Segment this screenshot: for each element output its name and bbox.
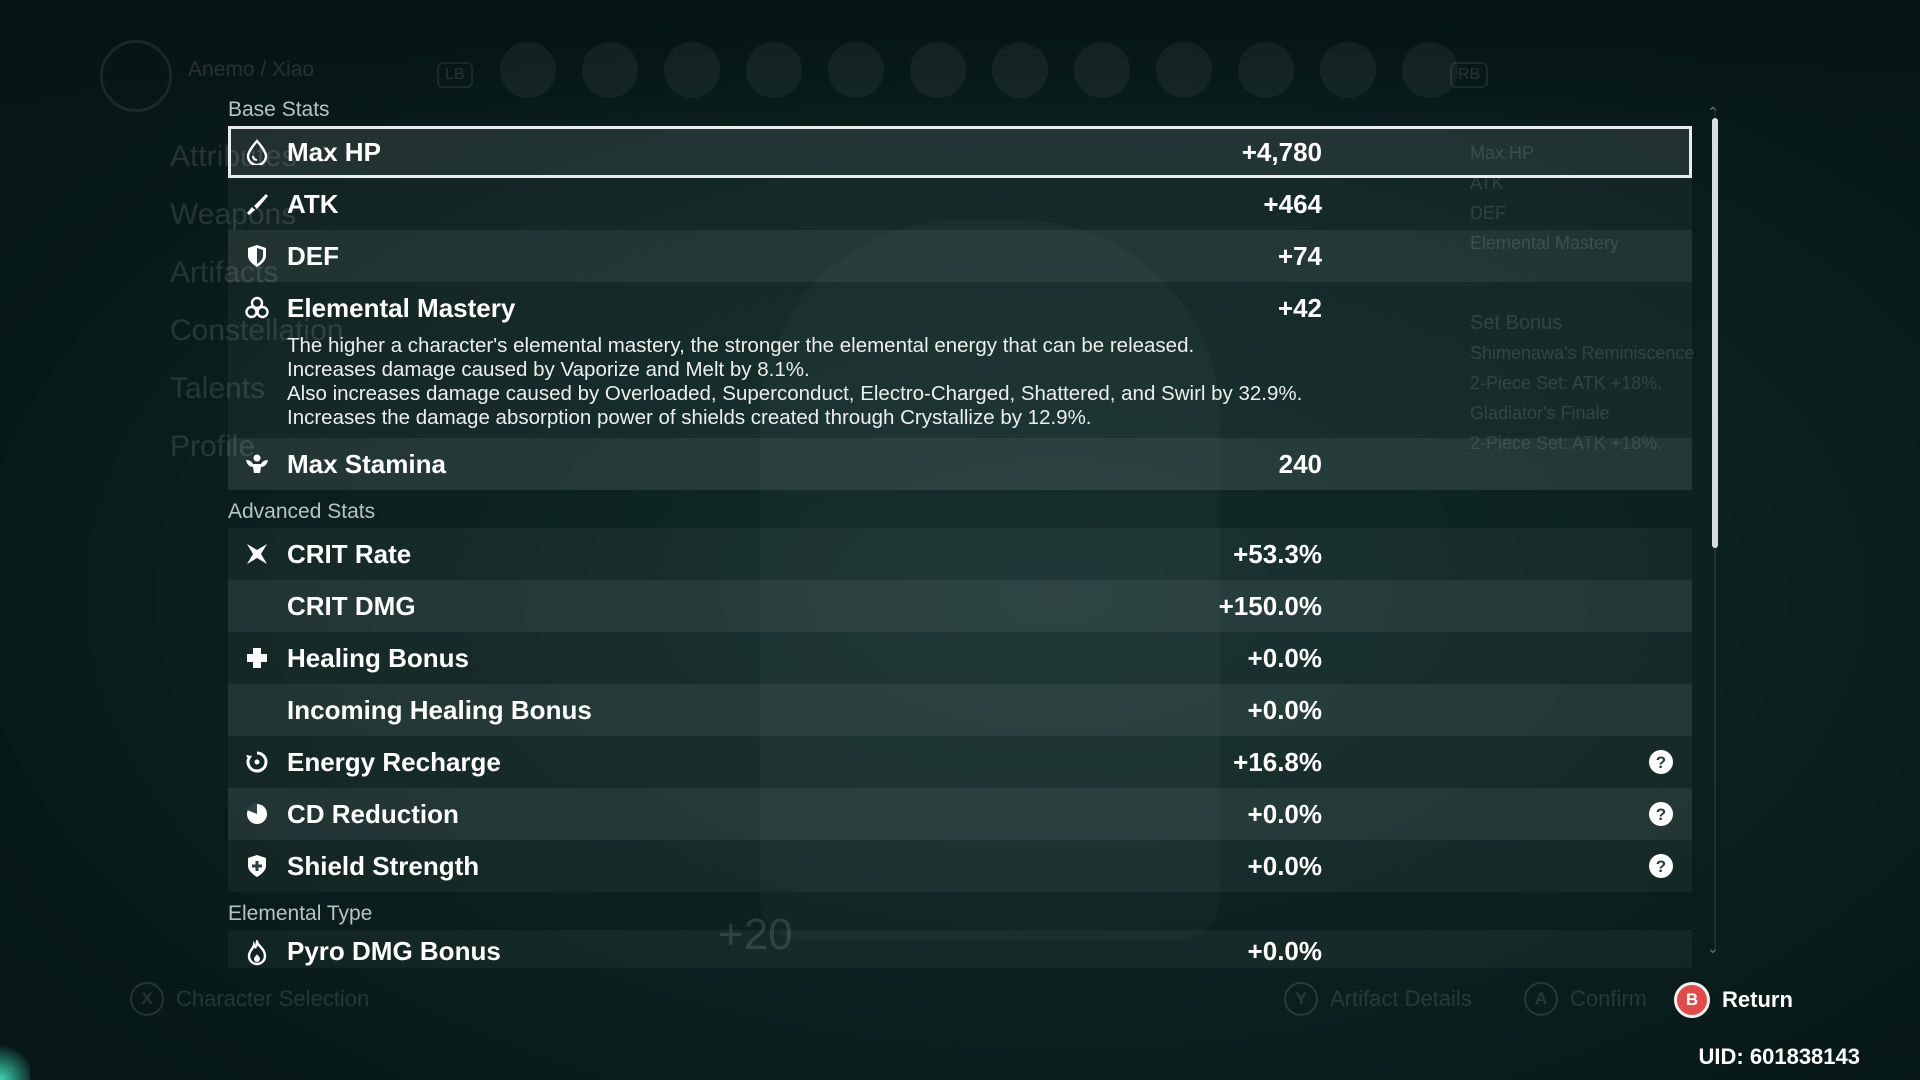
- energy-recharge-icon: [246, 751, 268, 773]
- stat-label: Elemental Mastery: [287, 292, 516, 323]
- rb-shoulder-icon[interactable]: RB: [1450, 62, 1489, 88]
- hint-label: Character Selection: [176, 986, 370, 1011]
- lb-shoulder-icon[interactable]: LB: [437, 62, 473, 88]
- stat-label: ATK: [287, 188, 339, 219]
- stat-label: Max Stamina: [287, 448, 446, 479]
- stat-label: Energy Recharge: [287, 746, 501, 777]
- stat-row-def[interactable]: DEF +74: [228, 230, 1692, 282]
- stat-label: Shield Strength: [287, 850, 480, 881]
- stat-row-shield-strength[interactable]: Shield Strength +0.0% ?: [228, 840, 1692, 892]
- a-button-icon: A: [1524, 982, 1558, 1016]
- description-line: Increases damage caused by Vaporize and …: [287, 358, 810, 381]
- section-title-elemental: Elemental Type: [228, 902, 373, 925]
- scroll-up-icon[interactable]: ⌃: [1707, 104, 1719, 121]
- stat-row-max-hp[interactable]: Max HP +4,780: [228, 126, 1692, 178]
- stamina-icon: [246, 454, 268, 473]
- stat-row-cd-reduction[interactable]: CD Reduction +0.0% ?: [228, 788, 1692, 840]
- stat-row-healing-bonus[interactable]: Healing Bonus +0.0%: [228, 632, 1692, 684]
- elemental-mastery-block: Elemental Mastery +42 The higher a chara…: [228, 282, 1692, 438]
- svg-text:?: ?: [1656, 753, 1666, 772]
- elemental-mastery-description: The higher a character's elemental maste…: [228, 334, 1692, 438]
- stat-value: +0.0%: [1247, 642, 1322, 673]
- hint-label: Confirm: [1570, 986, 1648, 1011]
- return-label: Return: [1722, 987, 1793, 1012]
- confirm-hint[interactable]: A Confirm: [1524, 982, 1647, 1016]
- y-button-icon: Y: [1284, 982, 1318, 1016]
- pyro-icon: [247, 940, 267, 966]
- stat-value: +42: [1277, 292, 1322, 323]
- uid-label: UID: 601838143: [1698, 1044, 1860, 1069]
- shield-strength-icon: [248, 855, 266, 877]
- stat-value: +4,780: [1241, 136, 1322, 167]
- hp-drop-icon: [246, 139, 268, 165]
- stat-label: DEF: [287, 240, 339, 271]
- description-line: Increases the damage absorption power of…: [287, 406, 1092, 429]
- help-icon[interactable]: ?: [1648, 801, 1674, 827]
- stat-row-energy-recharge[interactable]: Energy Recharge +16.8% ?: [228, 736, 1692, 788]
- description-line: Also increases damage caused by Overload…: [287, 382, 1303, 405]
- stat-value: +16.8%: [1233, 746, 1322, 777]
- help-icon[interactable]: ?: [1648, 853, 1674, 879]
- hint-label: Artifact Details: [1330, 986, 1472, 1011]
- b-button-icon: B: [1674, 982, 1710, 1018]
- section-title-advanced: Advanced Stats: [228, 500, 376, 523]
- stat-row-atk[interactable]: ATK +464: [228, 178, 1692, 230]
- help-icon[interactable]: ?: [1648, 749, 1674, 775]
- stat-value: +0.0%: [1247, 694, 1322, 725]
- stat-value: 240: [1278, 448, 1322, 479]
- stat-label: CD Reduction: [287, 798, 459, 829]
- stat-label: CRIT DMG: [287, 590, 416, 621]
- scroll-down-icon[interactable]: ⌄: [1707, 940, 1719, 957]
- return-button[interactable]: B Return: [1674, 982, 1793, 1018]
- stat-label: Max HP: [287, 136, 381, 167]
- stat-label: Healing Bonus: [287, 642, 470, 673]
- element-emblem-icon: [100, 40, 172, 112]
- stat-row-incoming-healing-bonus[interactable]: Incoming Healing Bonus +0.0%: [228, 684, 1692, 736]
- character-path: Anemo / Xiao: [188, 58, 315, 81]
- svg-text:?: ?: [1656, 857, 1666, 876]
- svg-text:?: ?: [1656, 805, 1666, 824]
- stat-label: Incoming Healing Bonus: [287, 694, 592, 725]
- corner-glow: [0, 1040, 30, 1080]
- stat-row-crit-rate[interactable]: CRIT Rate +53.3%: [228, 528, 1692, 580]
- healing-cross-icon: [247, 648, 267, 668]
- x-button-icon: X: [130, 982, 164, 1016]
- crit-icon: [247, 544, 267, 564]
- stat-row-elemental-mastery[interactable]: Elemental Mastery +42: [228, 282, 1692, 334]
- stat-value: +0.0%: [1247, 798, 1322, 829]
- stat-row-max-stamina[interactable]: Max Stamina 240: [228, 438, 1692, 490]
- description-line: The higher a character's elemental maste…: [287, 334, 1195, 357]
- stat-value: +0.0%: [1247, 850, 1322, 881]
- scrollbar-thumb[interactable]: [1712, 118, 1718, 548]
- elemental-mastery-icon: [245, 296, 269, 319]
- attribute-details-panel: Base Stats Max HP +4,780 ATK +464 DEF +7…: [228, 88, 1692, 968]
- stat-value: +464: [1263, 188, 1322, 219]
- stat-value: +150.0%: [1218, 590, 1322, 621]
- stat-row-pyro-dmg-bonus[interactable]: Pyro DMG Bonus +0.0%: [228, 930, 1692, 968]
- cd-reduction-icon: [247, 803, 267, 824]
- stat-value: +0.0%: [1247, 936, 1322, 966]
- stat-value: +74: [1277, 240, 1322, 271]
- shield-icon: [248, 245, 266, 267]
- stat-row-crit-dmg[interactable]: CRIT DMG +150.0%: [228, 580, 1692, 632]
- stat-label: Pyro DMG Bonus: [287, 936, 501, 966]
- artifact-details-hint[interactable]: Y Artifact Details: [1284, 982, 1472, 1016]
- character-selection-hint[interactable]: X Character Selection: [130, 982, 369, 1016]
- stat-value: +53.3%: [1233, 538, 1322, 569]
- sword-icon: [247, 194, 268, 215]
- section-title-base: Base Stats: [228, 98, 330, 121]
- stat-label: CRIT Rate: [287, 538, 412, 569]
